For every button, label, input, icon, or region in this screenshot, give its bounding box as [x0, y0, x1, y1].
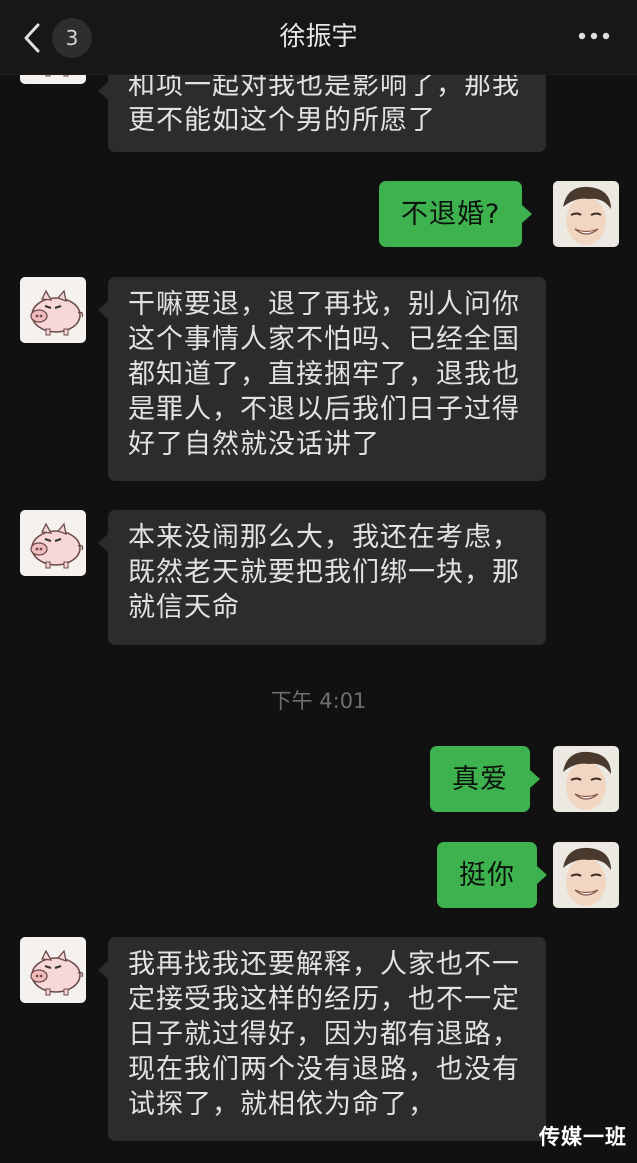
more-dots-icon[interactable] [577, 28, 611, 44]
message-line: 这个事情人家不怕吗、已经全国 [128, 324, 520, 355]
message-timestamp: 下午 4:01 [270, 689, 367, 713]
message-line: 挺你 [459, 859, 515, 891]
pig-avatar-icon [20, 277, 86, 343]
message-line: 更不能如这个男的所愿了 [128, 105, 436, 136]
pig-avatar-icon [20, 510, 86, 576]
self-avatar[interactable] [553, 181, 619, 247]
message-bubble-incoming[interactable]: 本来没闹那么大，我还在考虑， 既然老天就要把我们绑一块，那 就信天命 [98, 510, 546, 645]
man-avatar-icon [553, 746, 619, 812]
message-line: 定接受我这样的经历，也不一定 [128, 984, 520, 1015]
self-avatar[interactable] [553, 746, 619, 812]
contact-avatar[interactable] [20, 937, 86, 1003]
self-avatar[interactable] [553, 842, 619, 908]
message-line: 现在我们两个没有退路，也没有 [128, 1054, 520, 1085]
message-line: 就信天命 [128, 592, 240, 623]
message-line: 是罪人，不退以后我们日子过得 [128, 394, 520, 425]
chat-title: 徐振宇 [279, 22, 358, 52]
message-line: 不退婚? [401, 198, 501, 230]
man-avatar-icon [553, 842, 619, 908]
header-overlay: 3 徐振宇 [0, 0, 637, 75]
message-line: 本来没闹那么大，我还在考虑， [128, 522, 520, 553]
message-bubble-outgoing[interactable]: 真爱 [430, 746, 540, 812]
pig-avatar-icon [20, 937, 86, 1003]
message-bubble-incoming[interactable]: 干嘛要退，退了再找，别人问你 这个事情人家不怕吗、已经全国 都知道了，直接捆牢了… [98, 277, 546, 481]
message-bubble-incoming[interactable]: 我再找我还要解释，人家也不一 定接受我这样的经历，也不一定 日子就过得好，因为都… [98, 937, 546, 1141]
message-line: 日子就过得好，因为都有退路， [128, 1019, 520, 1050]
message-line: 好了自然就没话讲了 [128, 429, 380, 460]
chat-screen: 3 徐振宇 和项一起对我也是影响了，那我 更不能如这个男的所愿了 3 徐振宇 [0, 0, 637, 1163]
man-avatar-icon [553, 181, 619, 247]
contact-avatar[interactable] [20, 510, 86, 576]
message-bubble-outgoing[interactable]: 挺你 [437, 842, 547, 908]
message-line: 试探了，就相依为命了， [128, 1089, 436, 1120]
message-line: 干嘛要退，退了再找，别人问你 [128, 289, 520, 320]
contact-avatar[interactable] [20, 277, 86, 343]
message-line: 我再找我还要解释，人家也不一 [128, 949, 520, 980]
watermark-text: 传媒一班 [539, 1125, 627, 1149]
message-line: 既然老天就要把我们绑一块，那 [128, 557, 520, 588]
message-line: 真爱 [452, 763, 508, 795]
message-bubble-outgoing[interactable]: 不退婚? [379, 181, 533, 247]
message-line: 都知道了，直接捆牢了，退我也 [128, 359, 520, 390]
